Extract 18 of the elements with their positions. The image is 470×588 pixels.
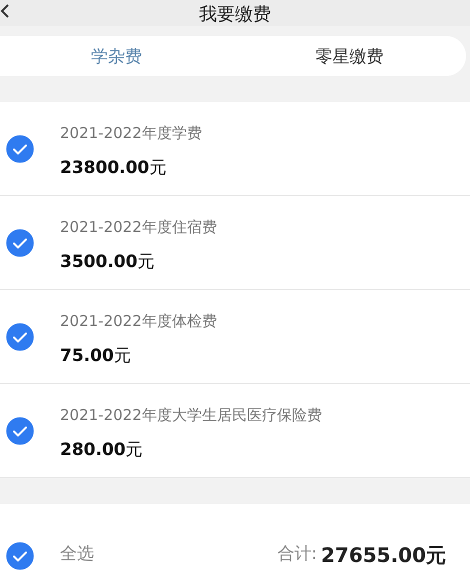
total-label: 合计: [277, 543, 317, 565]
checkbox[interactable] [6, 322, 34, 350]
fee-name: 2021-2022年度体检费 [60, 311, 218, 332]
checkbox[interactable] [6, 416, 34, 444]
fee-amount: 75.00元 [60, 345, 132, 367]
fee-amount: 280.00元 [60, 439, 144, 461]
fee-name: 2021-2022年度学费 [60, 123, 203, 144]
page-title: 我要缴费 [199, 3, 271, 26]
total-amount: 27655.00元 [320, 542, 446, 569]
checkbox[interactable] [6, 542, 34, 570]
select-all-label: 全选 [60, 543, 94, 565]
fee-name: 2021-2022年度大学生居民医疗保险费 [60, 405, 323, 426]
fee-amount: 23800.00元 [60, 157, 168, 179]
checkbox[interactable] [6, 228, 34, 256]
back-icon[interactable] [0, 4, 10, 18]
checkbox[interactable] [6, 134, 34, 162]
fee-amount: 3500.00元 [60, 251, 156, 273]
fee-name: 2021-2022年度住宿费 [60, 217, 218, 238]
